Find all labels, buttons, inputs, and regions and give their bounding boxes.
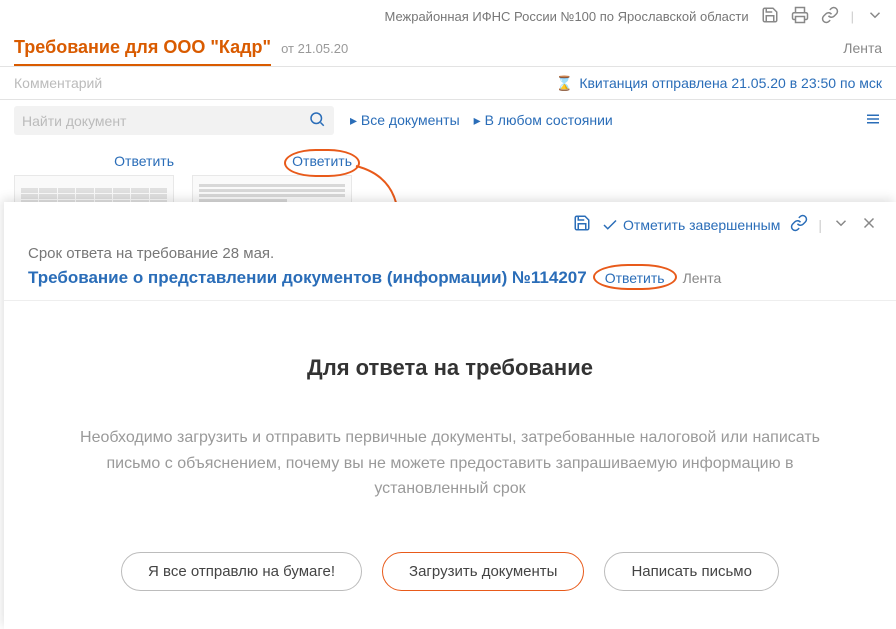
panel-title-row: Требование о представлении документов (и… <box>4 268 896 301</box>
divider: | <box>851 9 854 24</box>
mark-complete-button[interactable]: Отметить завершенным <box>601 216 780 234</box>
link-icon[interactable] <box>821 6 839 27</box>
title-row: Требование для ООО "Кадр" от 21.05.20 Ле… <box>0 33 896 66</box>
save-icon[interactable] <box>761 6 779 27</box>
write-letter-button[interactable]: Написать письмо <box>604 552 779 591</box>
panel-link-icon[interactable] <box>790 214 808 235</box>
search-icon[interactable] <box>308 110 326 131</box>
button-row: Я все отправлю на бумаге! Загрузить доку… <box>64 552 836 591</box>
panel-feed-tab[interactable]: Лента <box>683 270 722 286</box>
filter-all-docs[interactable]: ▸ Все документы <box>350 112 460 129</box>
menu-icon[interactable] <box>864 110 882 131</box>
divider: | <box>818 217 822 233</box>
filter-links: ▸ Все документы ▸ В любом состоянии <box>350 112 613 129</box>
panel-heading: Для ответа на требование <box>64 355 836 381</box>
send-paper-button[interactable]: Я все отправлю на бумаге! <box>121 552 362 591</box>
search-input[interactable] <box>22 113 308 129</box>
org-name: Межрайонная ИФНС России №100 по Ярославс… <box>384 9 748 24</box>
panel-title: Требование о представлении документов (и… <box>28 268 587 288</box>
panel-save-icon[interactable] <box>573 214 591 235</box>
deadline-text: Срок ответа на требование 28 мая. <box>4 241 896 268</box>
upload-docs-button[interactable]: Загрузить документы <box>382 552 584 591</box>
panel-toolbar: Отметить завершенным | <box>4 202 896 241</box>
doc-reply-1[interactable]: Ответить <box>14 153 174 175</box>
chevron-down-icon[interactable] <box>832 214 850 235</box>
title-date: от 21.05.20 <box>281 41 348 56</box>
receipt-text: Квитанция отправлена 21.05.20 в 23:50 по… <box>579 75 882 91</box>
comment-input[interactable] <box>0 67 542 99</box>
chevron-down-icon[interactable] <box>866 6 884 27</box>
top-header: Межрайонная ИФНС России №100 по Ярославс… <box>0 0 896 33</box>
detail-panel: Отметить завершенным | Срок ответа на тр… <box>4 202 896 629</box>
close-icon[interactable] <box>860 214 878 235</box>
panel-reply-button[interactable]: Ответить <box>601 268 669 288</box>
hourglass-icon: ⌛ <box>556 75 573 92</box>
print-icon[interactable] <box>791 6 809 27</box>
page-title: Требование для ООО "Кадр" <box>14 37 271 66</box>
doc-reply-2[interactable]: Ответить <box>292 153 352 175</box>
receipt-status: ⌛ Квитанция отправлена 21.05.20 в 23:50 … <box>542 75 896 92</box>
search-box <box>14 106 334 135</box>
filter-row: ▸ Все документы ▸ В любом состоянии <box>0 100 896 141</box>
panel-body: Для ответа на требование Необходимо загр… <box>4 301 896 621</box>
comment-row: ⌛ Квитанция отправлена 21.05.20 в 23:50 … <box>0 66 896 100</box>
filter-any-state[interactable]: ▸ В любом состоянии <box>474 112 613 129</box>
feed-tab[interactable]: Лента <box>843 40 882 56</box>
panel-description: Необходимо загрузить и отправить первичн… <box>64 425 836 502</box>
